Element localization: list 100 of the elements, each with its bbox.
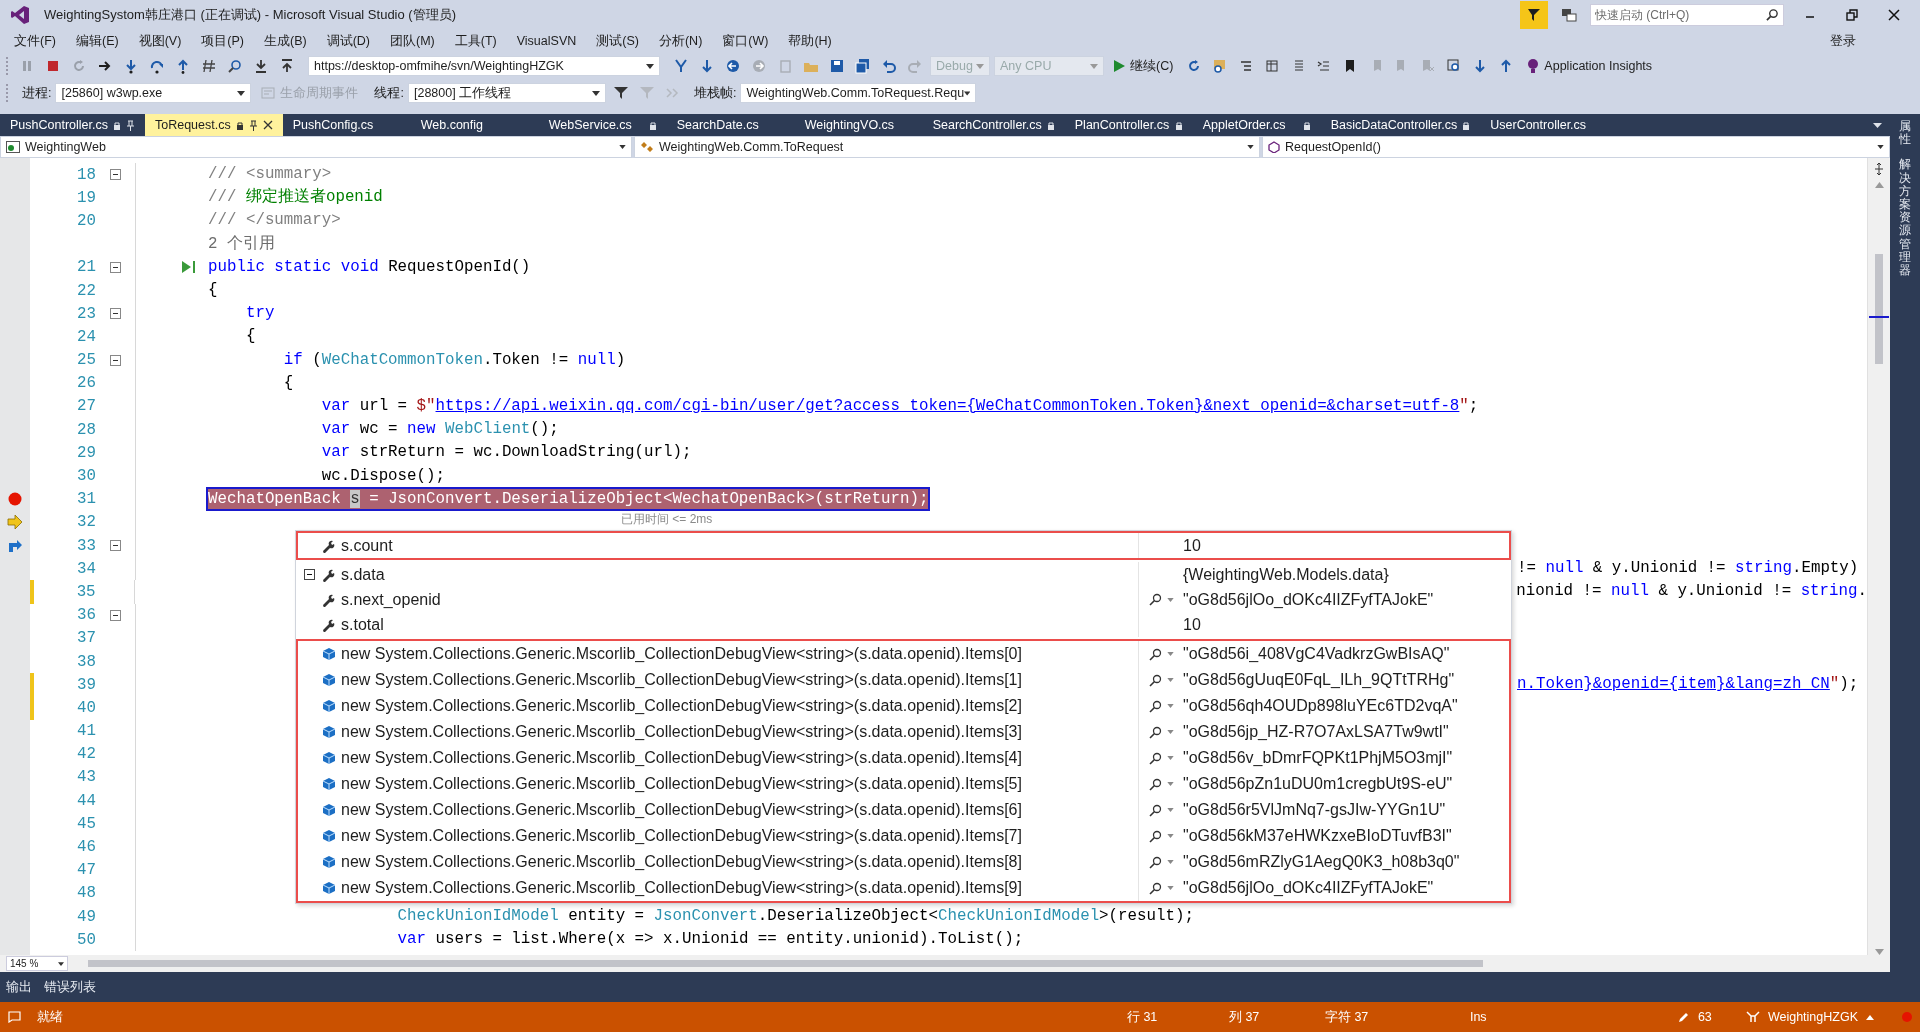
upload-icon[interactable] [279,58,295,74]
menu-item[interactable]: 工具(T) [444,32,507,50]
variable-name[interactable]: new System.Collections.Generic.Mscorlib_CollectionDebugView<string>(s.data.openid).Items[0] [341,645,1138,663]
dropdown-caret-icon[interactable] [1167,860,1174,864]
step-over-icon[interactable] [149,58,165,74]
dropdown-caret-icon[interactable] [1167,704,1174,708]
down-arrow-icon[interactable] [699,58,715,74]
restart-icon[interactable] [71,58,87,74]
menu-item[interactable]: 测试(S) [586,32,649,50]
collapse-icon[interactable] [110,609,121,621]
collapse-icon[interactable] [110,540,121,552]
back-icon[interactable] [725,58,741,74]
close-icon[interactable] [262,120,273,130]
pencil-icon[interactable] [1677,1011,1690,1023]
pin-icon[interactable] [248,119,258,131]
menu-item[interactable]: 视图(V) [128,32,192,50]
magnifier-icon[interactable] [1149,647,1162,661]
collapse-icon[interactable] [110,354,121,366]
variable-name[interactable]: new System.Collections.Generic.Mscorlib_CollectionDebugView<string>(s.data.openid).Items[4] [341,749,1138,767]
sign-in-link[interactable]: 登录 [1830,32,1856,50]
url-link[interactable]: n.Token}&openid={item}&lang=zh_CN [1517,675,1830,694]
application-insights-button[interactable]: Application Insights [1521,58,1659,74]
document-tab[interactable]: Web.config [410,114,539,136]
collapse-icon[interactable] [110,308,121,320]
magnifier-icon[interactable] [1149,881,1162,895]
variable-name[interactable]: new System.Collections.Generic.Mscorlib_CollectionDebugView<string>(s.data.openid).Items[3] [341,723,1138,741]
panel-tab[interactable]: 错误列表 [44,978,96,996]
document-tab[interactable]: PushController.cs [0,114,145,136]
variable-name[interactable]: s.total [341,615,1138,634]
magnifier-icon[interactable] [1149,751,1162,765]
document-tab[interactable]: SearchDate.cs [666,114,795,136]
notification-flag-icon[interactable] [1520,1,1548,29]
scroll-thumb[interactable] [1875,254,1883,364]
magnifier-icon[interactable] [1149,725,1162,739]
filter-icon[interactable] [612,85,629,101]
stop-icon[interactable] [45,58,61,74]
document-tab[interactable]: ToRequest.cs [144,114,283,136]
url-link[interactable]: https://api.weixin.qq.com/cgi-bin/user/get?access_token={WeChatCommonToken.Token}&next_openid=&charset=utf-8 [435,396,1460,415]
collapse-icon[interactable] [110,169,121,181]
menu-item[interactable]: 编辑(E) [65,32,129,50]
menu-item[interactable]: 文件(F) [4,32,66,50]
collapse-icon[interactable] [303,569,315,580]
document-tab[interactable]: WebService.cs [538,114,667,136]
dropdown-caret-icon[interactable] [1167,652,1174,656]
variable-name[interactable]: s.data [341,565,1138,584]
document-tab[interactable]: UserController.cs [1480,114,1609,136]
document-tab[interactable]: PlanController.cs [1064,114,1193,136]
magnifier-icon[interactable] [1149,699,1162,713]
tool-window-tab[interactable]: 属性 [1899,120,1911,147]
save-all-icon[interactable] [855,58,871,74]
scroll-thumb[interactable] [88,960,1483,967]
variable-name[interactable]: new System.Collections.Generic.Mscorlib_CollectionDebugView<string>(s.data.openid).Items[2] [341,697,1138,715]
feedback-icon[interactable] [1561,7,1577,23]
dropdown-caret-icon[interactable] [1167,782,1174,786]
quick-launch-field[interactable]: 快速启动 (Ctrl+Q) [1590,4,1784,26]
split-icon[interactable] [1872,162,1886,176]
menu-item[interactable]: 项目(P) [191,32,254,50]
close-icon[interactable] [1887,8,1901,22]
breakpoint-icon[interactable] [8,492,22,507]
magnifier-icon[interactable] [1149,673,1162,687]
menu-item[interactable]: 分析(N) [648,32,713,50]
vertical-scrollbar[interactable] [1867,158,1890,955]
menu-item[interactable]: 窗口(W) [712,32,779,50]
tool-window-tab[interactable]: 解决方案资源管理器 [1899,158,1911,278]
merge-icon[interactable] [673,58,689,74]
document-tab[interactable]: WeightingVO.cs [794,114,923,136]
source-control-dropdown[interactable]: https://desktop-omfmihe/svn/WeightingHZGK [308,56,660,76]
tab-list-caret-icon[interactable] [1873,122,1882,128]
magnifier-icon[interactable] [1149,829,1162,843]
menu-item[interactable]: 团队(M) [380,32,445,50]
dropdown-caret-icon[interactable] [1167,808,1174,812]
repository-name[interactable]: WeightingHZGK [1767,1010,1858,1024]
find-icon[interactable] [227,58,243,74]
menu-item[interactable]: 调试(D) [316,32,380,50]
caret-up-icon[interactable] [1866,1014,1874,1020]
zoom-dropdown[interactable]: 145 % [6,956,68,971]
project-dropdown[interactable]: WeightingWeb [0,136,632,158]
panel-tab[interactable]: 输出 [6,978,32,996]
magnifier-icon[interactable] [1149,777,1162,791]
process-dropdown[interactable]: [25860] w3wp.exe [55,83,252,103]
step-into-icon[interactable] [123,58,139,74]
dropdown-caret-icon[interactable] [1167,678,1174,682]
download-icon[interactable] [253,58,269,74]
document-tab[interactable]: PushConfig.cs [282,114,411,136]
hex-icon[interactable] [201,58,217,74]
variable-name[interactable]: new System.Collections.Generic.Mscorlib_CollectionDebugView<string>(s.data.openid).Items[5] [341,775,1138,793]
type-dropdown[interactable]: WeightingWeb.Comm.ToRequest [634,136,1260,158]
stack-frame-dropdown[interactable]: WeightingWeb.Comm.ToRequest.Requ [740,83,977,103]
document-tab[interactable]: BasicDataController.cs [1320,114,1481,136]
run-to-click-icon[interactable] [182,261,196,274]
collapse-icon[interactable] [110,261,121,273]
table-icon[interactable] [1264,58,1281,74]
dropdown-caret-icon[interactable] [1167,597,1174,602]
dropdown-caret-icon[interactable] [1167,730,1174,734]
magnifier-icon[interactable] [1149,803,1162,817]
variable-name[interactable]: new System.Collections.Generic.Mscorlib_CollectionDebugView<string>(s.data.openid).Items[6] [341,801,1138,819]
document-tab[interactable]: SearchController.cs [922,114,1065,136]
scroll-up-icon[interactable] [1874,182,1884,188]
variable-name[interactable]: new System.Collections.Generic.Mscorlib_CollectionDebugView<string>(s.data.openid).Items[9] [341,879,1138,897]
undo-icon[interactable] [881,58,897,74]
